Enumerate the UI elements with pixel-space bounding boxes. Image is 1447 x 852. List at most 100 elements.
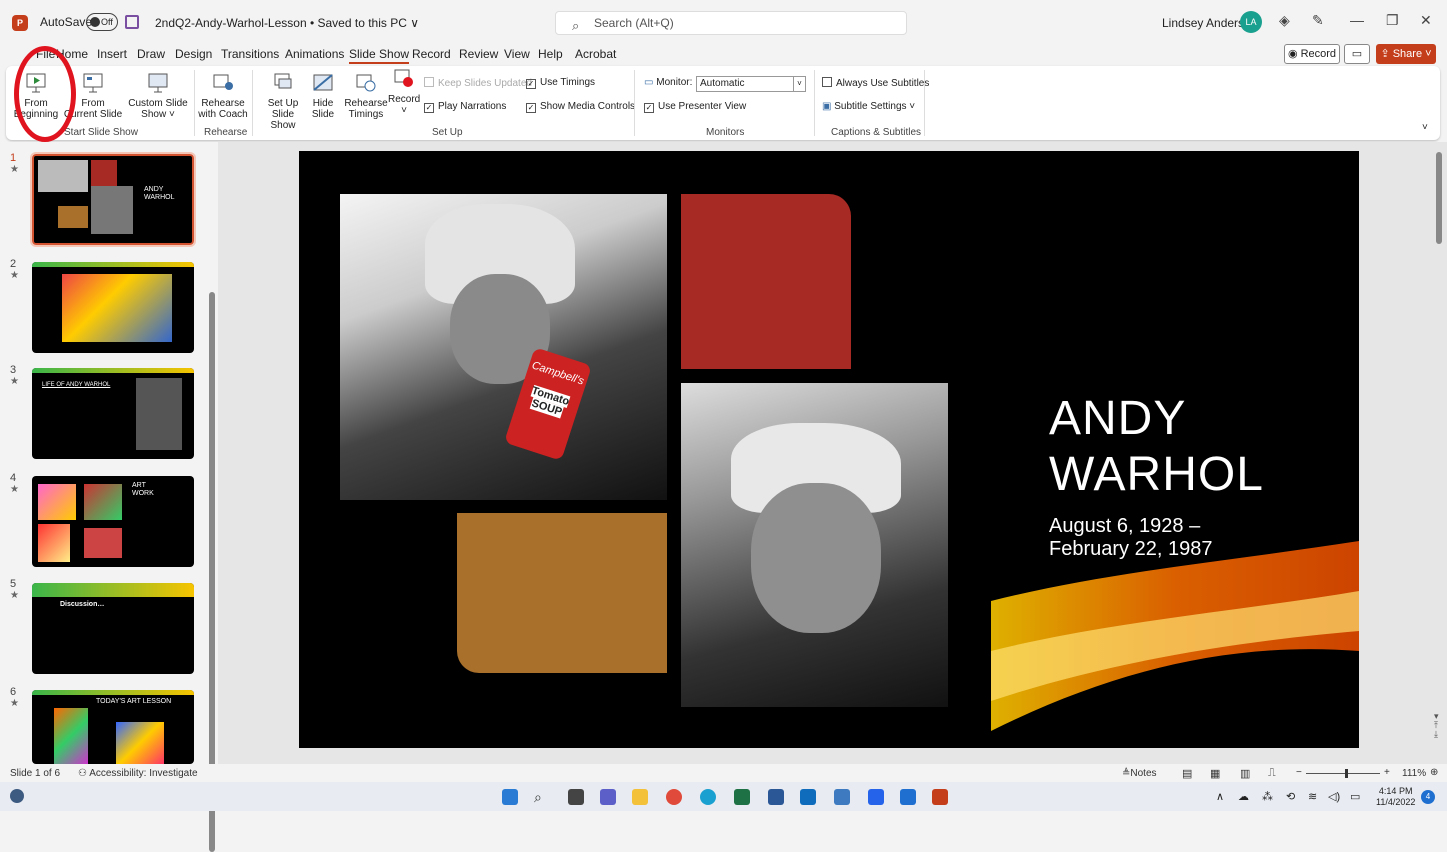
share-button[interactable]: ⇪ Share ˅: [1376, 44, 1436, 64]
slide-subtitle: August 6, 1928 – February 22, 1987: [1049, 515, 1212, 561]
tab-insert[interactable]: Insert: [97, 47, 127, 61]
save-icon[interactable]: [125, 15, 139, 29]
collapse-ribbon-icon[interactable]: ˅: [1422, 122, 1428, 133]
subtitle-settings-button[interactable]: ▣ Subtitle Settings ˅: [822, 101, 915, 112]
normal-view-icon[interactable]: ▤: [1182, 767, 1192, 780]
excel-icon[interactable]: [734, 789, 750, 805]
accessibility-status[interactable]: ⚇ Accessibility: Investigate: [78, 768, 198, 779]
tab-record[interactable]: Record: [412, 47, 451, 61]
onedrive-icon[interactable]: ☁: [1238, 790, 1249, 803]
widgets-icon[interactable]: [10, 789, 24, 803]
volume-icon[interactable]: ◁): [1328, 790, 1340, 803]
start-icon[interactable]: [502, 789, 518, 805]
slide-sorter-icon[interactable]: ▦: [1210, 767, 1220, 780]
tab-transitions[interactable]: Transitions: [221, 47, 279, 61]
file-explorer-icon[interactable]: [632, 789, 648, 805]
windows-taskbar: ⌕ ∧ ☁ ⁂ ⟲ ≋ ◁) ▭ 4:14 PM 11/4/2022 4: [0, 782, 1447, 811]
use-presenter-view-checkbox[interactable]: ✓ Use Presenter View: [644, 101, 746, 113]
battery-icon[interactable]: ▭: [1350, 790, 1360, 803]
custom-show-line2: Show ˅: [141, 109, 175, 120]
avatar[interactable]: LA: [1240, 11, 1262, 33]
autosave-toggle[interactable]: Off: [86, 13, 118, 31]
play-from-start-icon: [26, 73, 46, 93]
tab-animations[interactable]: Animations: [285, 47, 344, 61]
from-current-slide-button[interactable]: From Current Slide: [62, 72, 124, 120]
notes-button[interactable]: ≜Notes: [1122, 768, 1157, 779]
outlook-icon[interactable]: [900, 789, 916, 805]
record-line2: ˅: [401, 105, 407, 116]
editor-scrollbar[interactable]: [1436, 152, 1442, 244]
accessibility-label: Accessibility: Investigate: [89, 768, 198, 779]
document-title[interactable]: 2ndQ2-Andy-Warhol-Lesson • Saved to this…: [155, 16, 419, 30]
tab-file[interactable]: File: [36, 47, 55, 61]
record-slide-show-button[interactable]: Record ˅: [388, 68, 420, 116]
tab-help[interactable]: Help: [538, 47, 563, 61]
use-timings-checkbox[interactable]: ✓ Use Timings: [526, 77, 595, 89]
tab-home[interactable]: Home: [56, 47, 88, 61]
teams-icon[interactable]: [600, 789, 616, 805]
close-icon[interactable]: ✕: [1420, 12, 1432, 29]
zoom-in-icon[interactable]: +: [1384, 767, 1390, 778]
store-icon[interactable]: [834, 789, 850, 805]
slide-title: ANDY WARHOL: [1049, 391, 1264, 503]
powerpoint-taskbar-icon[interactable]: [932, 789, 948, 805]
minimize-icon[interactable]: —: [1350, 12, 1364, 28]
tray-app-icon[interactable]: ⁂: [1262, 790, 1273, 803]
zoom-app-icon[interactable]: [868, 789, 884, 805]
tab-acrobat[interactable]: Acrobat: [575, 47, 616, 61]
zoom-out-icon[interactable]: −: [1296, 767, 1302, 778]
search-input[interactable]: ⌕ Search (Alt+Q): [555, 11, 907, 35]
restore-icon[interactable]: ❐: [1386, 12, 1399, 29]
ribbon-divider: [634, 70, 635, 136]
show-media-controls-checkbox[interactable]: ✓ Show Media Controls: [526, 101, 635, 113]
set-up-slide-show-button[interactable]: Set Up Slide Show: [258, 72, 308, 131]
always-use-subtitles-checkbox[interactable]: Always Use Subtitles: [822, 77, 929, 89]
slide-thumbnail-1[interactable]: ANDY WARHOL: [30, 152, 196, 247]
zoom-level[interactable]: 111%: [1402, 768, 1426, 779]
record-button[interactable]: ◉ Record: [1284, 44, 1340, 64]
slide-thumbnail-4[interactable]: ART WORK: [32, 476, 194, 567]
slide-thumbnail-6[interactable]: TODAY'S ART LESSON: [32, 690, 194, 764]
comment-icon[interactable]: ▭: [1344, 44, 1370, 64]
tab-slide-show[interactable]: Slide Show: [349, 47, 410, 64]
diamond-icon[interactable]: ◈: [1279, 12, 1290, 29]
word-icon[interactable]: [768, 789, 784, 805]
zoom-slider[interactable]: [1306, 773, 1380, 774]
task-view-icon[interactable]: [568, 789, 584, 805]
zoom-slider-thumb[interactable]: [1345, 769, 1348, 778]
tab-draw[interactable]: Draw: [137, 47, 165, 61]
always-subtitles-label: Always Use Subtitles: [836, 78, 930, 89]
wifi-icon[interactable]: ≋: [1308, 790, 1317, 803]
rehearse-timings-line2: Timings: [348, 109, 384, 120]
tab-review[interactable]: Review: [459, 47, 498, 61]
edge-icon[interactable]: [700, 789, 716, 805]
presenter-icon[interactable]: ⎍: [1268, 767, 1276, 780]
notification-badge[interactable]: 4: [1421, 790, 1435, 804]
tab-design[interactable]: Design: [175, 47, 212, 61]
rehearse-timings-button[interactable]: Rehearse Timings: [344, 72, 388, 120]
pen-icon[interactable]: ✎: [1312, 12, 1324, 29]
reading-view-icon[interactable]: ▥: [1240, 767, 1250, 780]
slide-thumbnail-2[interactable]: [32, 262, 194, 353]
tab-view[interactable]: View: [504, 47, 530, 61]
chrome-icon[interactable]: [666, 789, 682, 805]
custom-slide-show-button[interactable]: Custom Slide Show ˅: [126, 72, 190, 120]
from-beginning-button[interactable]: From Beginning: [8, 72, 64, 120]
hide-slide-button[interactable]: Hide Slide: [308, 72, 338, 120]
play-narrations-checkbox[interactable]: ✓ Play Narrations: [424, 101, 506, 113]
search-icon[interactable]: ⌕: [534, 789, 550, 805]
tray-app-icon[interactable]: ⟲: [1286, 790, 1295, 803]
keep-slides-updated-checkbox[interactable]: Keep Slides Updated: [424, 77, 532, 89]
monitor-select[interactable]: Automatic ˅: [696, 76, 806, 92]
clock[interactable]: 4:14 PM 11/4/2022: [1376, 786, 1415, 808]
fit-slide-icon[interactable]: ⊕: [1430, 767, 1438, 778]
slide-thumbnail-3[interactable]: LIFE OF ANDY WARHOL: [32, 368, 194, 459]
current-slide[interactable]: Campbell's Tomato SOUP ANDY WARHOL Augus…: [299, 151, 1359, 748]
play-narrations-label: Play Narrations: [438, 101, 507, 112]
page-nav-icons[interactable]: ▾ ⤒ ⤓: [1434, 712, 1439, 739]
rehearse-with-coach-button[interactable]: Rehearse with Coach: [198, 72, 248, 120]
thumb-artwork: [116, 722, 164, 764]
slide-thumbnail-5[interactable]: Discussion…: [32, 583, 194, 674]
tray-overflow-icon[interactable]: ∧: [1216, 790, 1224, 803]
mail-icon[interactable]: [800, 789, 816, 805]
